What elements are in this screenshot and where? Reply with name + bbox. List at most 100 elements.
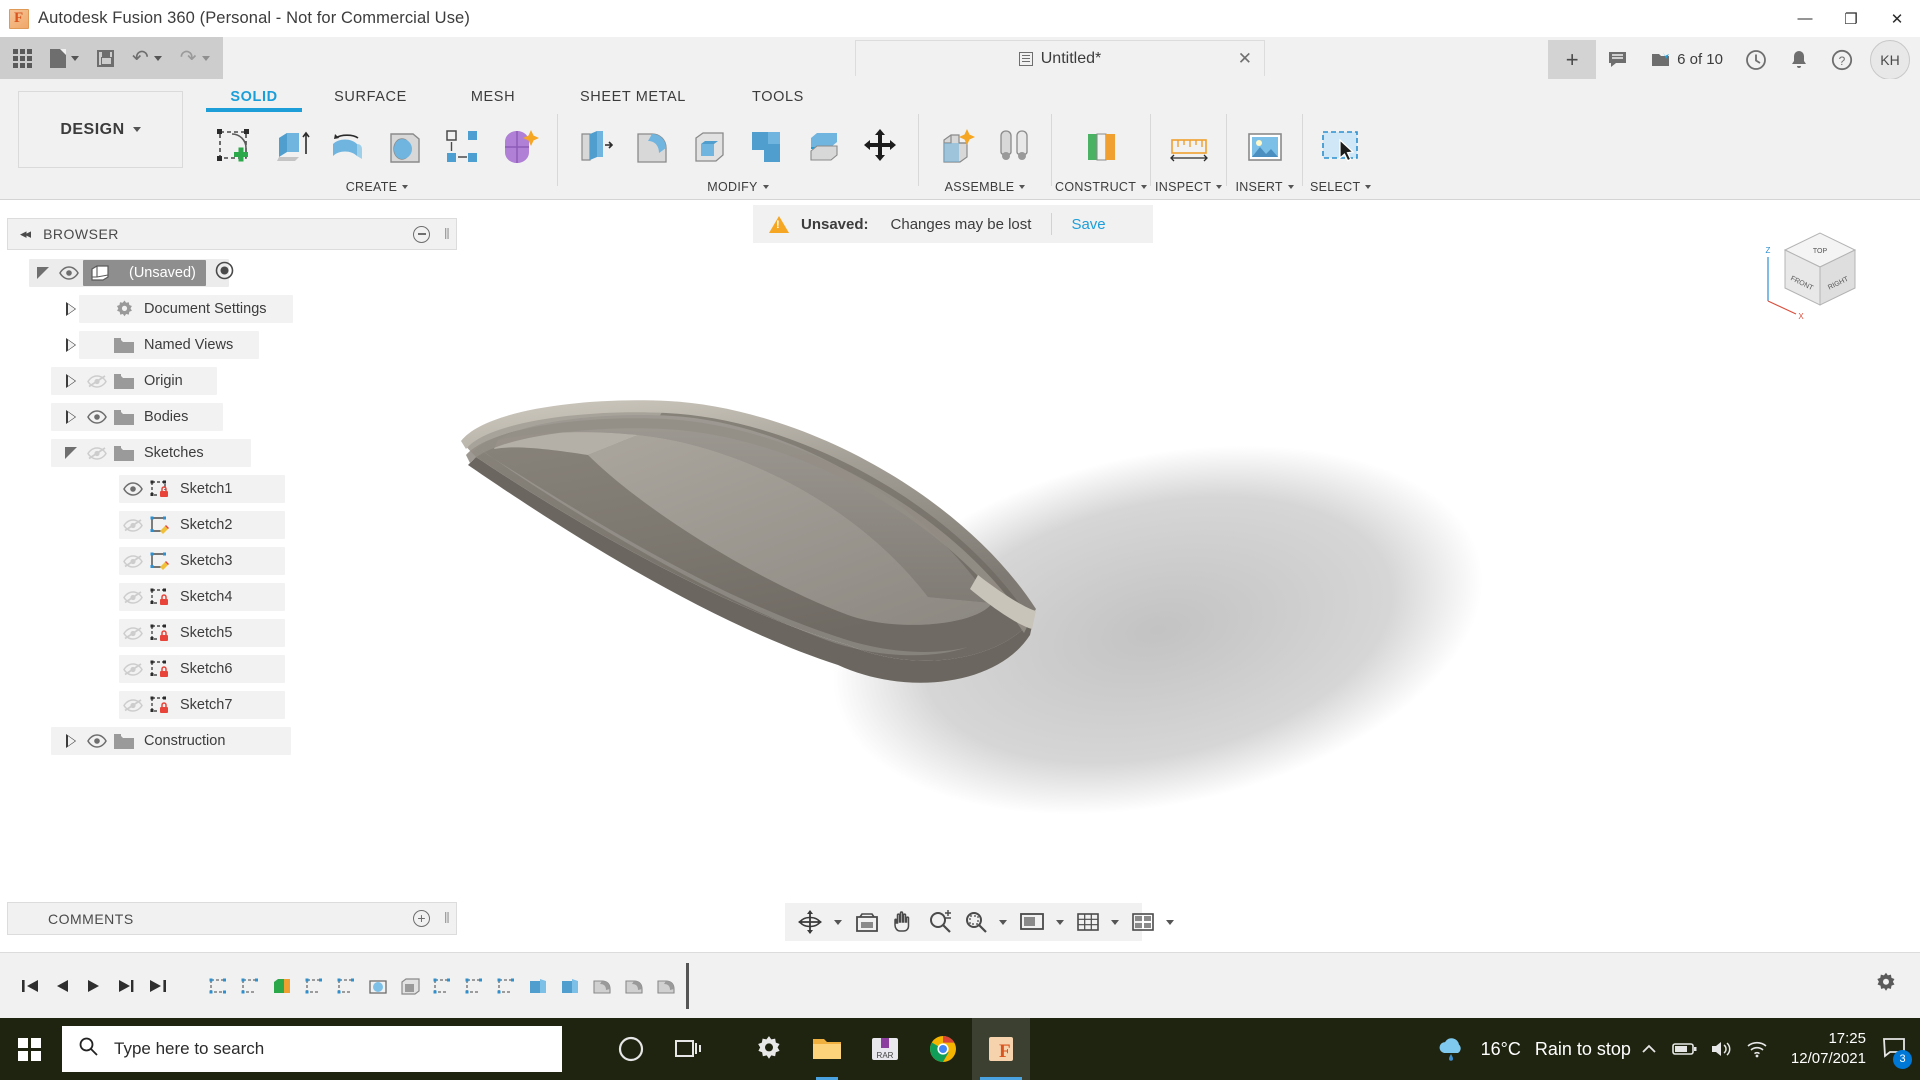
taskbar-search-box[interactable]: Type here to search: [62, 1026, 562, 1072]
step-back-button[interactable]: [46, 966, 78, 1006]
visibility-eye-hidden-icon[interactable]: [119, 590, 147, 605]
tray-expand-chevron-icon[interactable]: [1631, 1018, 1667, 1080]
maximize-button[interactable]: ❐: [1828, 0, 1874, 37]
weather-widget[interactable]: 16°C Rain to stop: [1435, 1035, 1631, 1063]
taskbar-chrome-app[interactable]: [914, 1018, 972, 1080]
tab-solid[interactable]: SOLID: [200, 79, 308, 112]
tree-item-sketch2[interactable]: Sketch2: [7, 507, 457, 543]
chevron-down-icon[interactable]: [834, 919, 842, 925]
volume-icon[interactable]: [1703, 1018, 1739, 1080]
zoom-window-button[interactable]: [958, 905, 994, 939]
revolve-tool[interactable]: [320, 118, 377, 176]
notifications-button[interactable]: [1778, 40, 1820, 79]
comments-grip-icon[interactable]: ‖: [444, 910, 450, 927]
add-comment-icon[interactable]: [413, 910, 430, 927]
timeline-feature-sketch[interactable]: [202, 969, 234, 1003]
pattern-tool[interactable]: [434, 118, 491, 176]
expander-open[interactable]: [59, 447, 83, 459]
chevron-down-icon[interactable]: [1166, 919, 1174, 925]
visibility-eye-icon[interactable]: [119, 482, 147, 496]
timeline-feature-extrude[interactable]: [522, 969, 554, 1003]
form-tool[interactable]: [491, 118, 548, 176]
panel-modify-label[interactable]: MODIFY: [707, 176, 769, 198]
extrude-tool[interactable]: [263, 118, 320, 176]
timeline-feature-shell[interactable]: [394, 969, 426, 1003]
task-view-button[interactable]: [660, 1018, 718, 1080]
chevron-down-icon[interactable]: [1056, 919, 1064, 925]
display-settings-button[interactable]: [1013, 905, 1051, 939]
taskbar-fusion360-app[interactable]: F: [972, 1018, 1030, 1080]
close-button[interactable]: ✕: [1874, 0, 1920, 37]
comment-button[interactable]: [1596, 40, 1640, 79]
timeline-feature-sketch[interactable]: [458, 969, 490, 1003]
visibility-eye-hidden-icon[interactable]: [119, 698, 147, 713]
panel-assemble-label[interactable]: ASSEMBLE: [945, 176, 1026, 198]
cortana-button[interactable]: [602, 1018, 660, 1080]
combine-tool[interactable]: [738, 118, 795, 176]
activate-component-radio[interactable]: [215, 261, 234, 285]
start-button[interactable]: [0, 1018, 58, 1080]
boat-model-3d[interactable]: [458, 205, 1920, 949]
step-forward-button[interactable]: [110, 966, 142, 1006]
timeline-feature-sketch[interactable]: [426, 969, 458, 1003]
timeline-feature-fillet[interactable]: [650, 969, 682, 1003]
tree-item-sketch7[interactable]: Sketch7: [7, 687, 457, 723]
play-button[interactable]: [78, 966, 110, 1006]
history-button[interactable]: [1734, 40, 1778, 79]
offset-plane-tool[interactable]: [1073, 118, 1130, 176]
new-document-button[interactable]: [41, 37, 88, 79]
orbit-button[interactable]: [791, 905, 829, 939]
hole-tool[interactable]: [377, 118, 434, 176]
panel-construct-label[interactable]: CONSTRUCT: [1055, 176, 1148, 198]
tab-tools[interactable]: TOOLS: [713, 79, 843, 112]
grid-snaps-button[interactable]: [1070, 905, 1106, 939]
tree-item-document-settings[interactable]: Document Settings: [7, 291, 457, 327]
browser-minimize-icon[interactable]: [413, 225, 430, 243]
insert-image-tool[interactable]: [1236, 118, 1293, 176]
timeline-settings-gear-icon[interactable]: [1874, 971, 1898, 1001]
avatar[interactable]: KH: [1870, 39, 1910, 80]
timeline-feature-sketch[interactable]: [234, 969, 266, 1003]
measure-tool[interactable]: [1160, 118, 1217, 176]
view-cube[interactable]: TOP FRONT RIGHT Z X: [1760, 215, 1880, 325]
viewports-button[interactable]: [1125, 905, 1161, 939]
timeline-feature-fillet[interactable]: [586, 969, 618, 1003]
tab-sheet-metal[interactable]: SHEET METAL: [553, 79, 713, 112]
network-icon[interactable]: [1739, 1018, 1775, 1080]
tree-item-construction[interactable]: Construction: [7, 723, 457, 759]
tree-item-origin[interactable]: Origin: [7, 363, 457, 399]
tree-item-unsaved[interactable]: (Unsaved): [7, 255, 457, 291]
new-component-tool[interactable]: [928, 118, 985, 176]
jobs-status-button[interactable]: 6 of 10: [1640, 40, 1734, 79]
tree-item-sketch5[interactable]: Sketch5: [7, 615, 457, 651]
visibility-eye-hidden-icon[interactable]: [119, 662, 147, 677]
expander-closed[interactable]: [59, 374, 83, 388]
tab-mesh[interactable]: MESH: [433, 79, 553, 112]
zoom-button[interactable]: [922, 905, 958, 939]
timeline-feature-sketch[interactable]: [490, 969, 522, 1003]
tree-item-sketch6[interactable]: Sketch6: [7, 651, 457, 687]
visibility-eye-hidden-icon[interactable]: [119, 554, 147, 569]
visibility-eye-hidden-icon[interactable]: [119, 626, 147, 641]
visibility-eye-hidden-icon[interactable]: [83, 446, 111, 461]
skip-to-end-button[interactable]: [142, 966, 174, 1006]
timeline-feature-extrude[interactable]: [266, 969, 298, 1003]
undo-button[interactable]: ↶: [123, 37, 171, 79]
viewport-canvas[interactable]: Unsaved: Changes may be lost Save: [458, 205, 1920, 949]
taskbar-settings-app[interactable]: [740, 1018, 798, 1080]
press-pull-tool[interactable]: [567, 118, 624, 176]
visibility-eye-icon[interactable]: [55, 266, 83, 280]
expander-closed[interactable]: [59, 410, 83, 424]
expander-open[interactable]: [31, 267, 55, 279]
help-button[interactable]: ?: [1820, 40, 1864, 79]
minimize-button[interactable]: —: [1782, 0, 1828, 37]
look-at-button[interactable]: [848, 905, 886, 939]
pan-button[interactable]: [886, 905, 922, 939]
shell-tool[interactable]: [681, 118, 738, 176]
taskbar-clock[interactable]: 17:25 12/07/2021: [1791, 1029, 1866, 1069]
panel-select-label[interactable]: SELECT: [1310, 176, 1372, 198]
tree-item-named-views[interactable]: Named Views: [7, 327, 457, 363]
fillet-tool[interactable]: [624, 118, 681, 176]
tree-item-sketches[interactable]: Sketches: [7, 435, 457, 471]
chevron-down-icon[interactable]: [999, 919, 1007, 925]
